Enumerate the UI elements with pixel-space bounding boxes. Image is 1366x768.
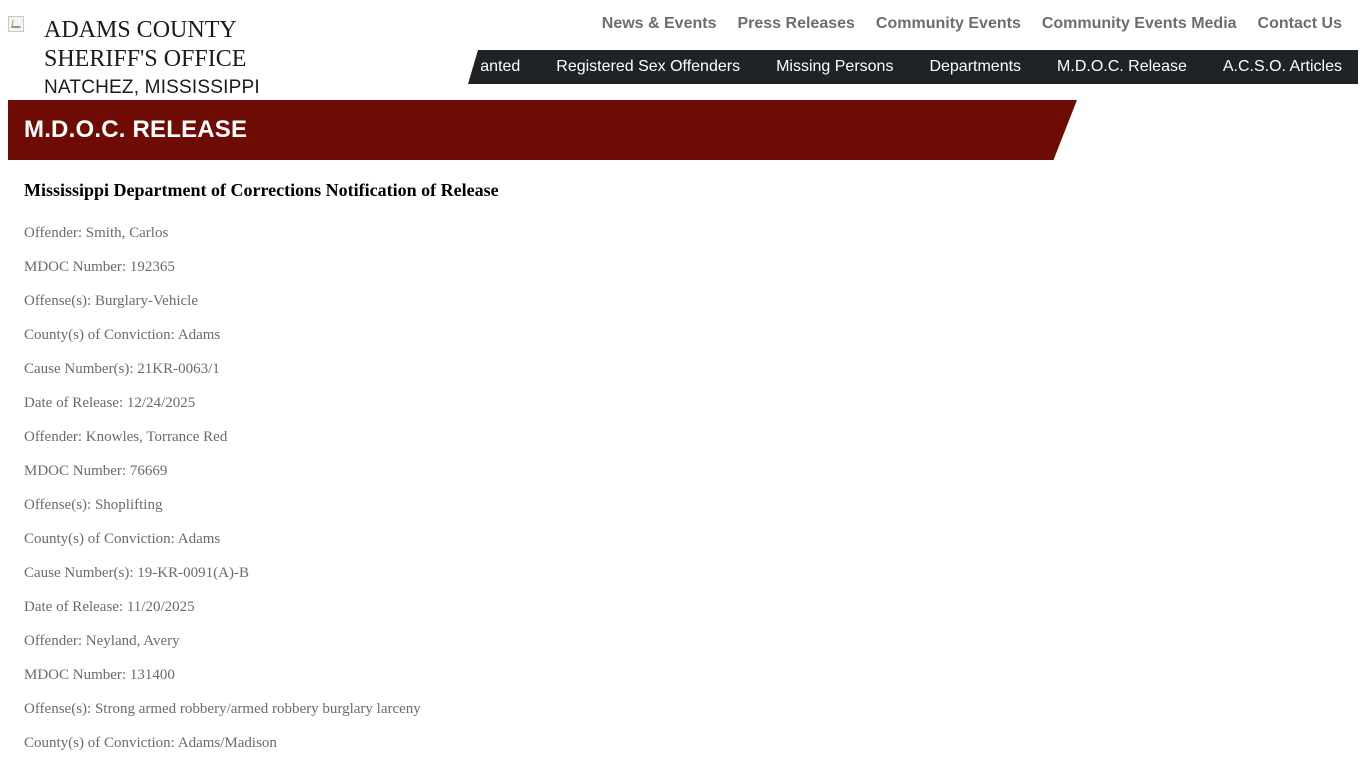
- brand-title-line1: ADAMS COUNTY: [44, 17, 237, 43]
- release-heading: Mississippi Department of Corrections No…: [24, 180, 499, 200]
- main-nav-mdoc-release[interactable]: M.D.O.C. Release: [1057, 58, 1187, 76]
- release-line-county: County(s) of Conviction: Adams/Madison: [24, 735, 277, 751]
- main-nav-wanted[interactable]: anted: [480, 58, 520, 76]
- brand-location: NATCHEZ, MISSISSIPPI: [44, 77, 260, 98]
- main-navigation: anted Registered Sex Offenders Missing P…: [468, 50, 1358, 84]
- main-nav-missing-persons[interactable]: Missing Persons: [776, 58, 893, 76]
- main-nav-registered-sex-offenders[interactable]: Registered Sex Offenders: [556, 58, 740, 76]
- top-nav-contact-us[interactable]: Contact Us: [1258, 14, 1342, 34]
- top-nav-news-events[interactable]: News & Events: [602, 14, 717, 34]
- site-brand[interactable]: ADAMS COUNTY SHERIFF'S OFFICE NATCHEZ, M…: [44, 16, 260, 100]
- main-nav-departments[interactable]: Departments: [929, 58, 1021, 76]
- release-line-cause-number: Cause Number(s): 19-KR-0091(A)-B: [24, 565, 249, 581]
- release-line-mdoc-number: MDOC Number: 192365: [24, 259, 175, 275]
- release-line-offense: Offense(s): Strong armed robbery/armed r…: [24, 701, 421, 717]
- top-navigation: News & Events Press Releases Community E…: [602, 14, 1342, 34]
- main-nav-list: anted Registered Sex Offenders Missing P…: [480, 50, 1342, 84]
- release-line-release-date: Date of Release: 12/24/2025: [24, 395, 196, 411]
- release-list: Offender: Smith, Carlos MDOC Number: 192…: [24, 216, 499, 760]
- top-nav-community-events-media[interactable]: Community Events Media: [1042, 14, 1237, 34]
- release-content: Mississippi Department of Corrections No…: [24, 179, 499, 760]
- release-line-offender: Offender: Smith, Carlos: [24, 225, 169, 241]
- top-nav-community-events[interactable]: Community Events: [876, 14, 1021, 34]
- release-line-offense: Offense(s): Shoplifting: [24, 497, 163, 513]
- release-line-mdoc-number: MDOC Number: 76669: [24, 463, 168, 479]
- page-title: M.D.O.C. RELEASE: [24, 116, 248, 143]
- release-line-release-date: Date of Release: 11/20/2025: [24, 599, 195, 615]
- top-nav-press-releases[interactable]: Press Releases: [737, 14, 854, 34]
- release-line-offender: Offender: Neyland, Avery: [24, 633, 180, 649]
- release-line-cause-number: Cause Number(s): 21KR-0063/1: [24, 361, 220, 377]
- nav-slant-divider: [468, 50, 478, 84]
- release-line-offense: Offense(s): Burglary-Vehicle: [24, 293, 198, 309]
- release-line-county: County(s) of Conviction: Adams: [24, 531, 221, 547]
- brand-title-line2: SHERIFF'S OFFICE: [44, 46, 247, 72]
- page-title-banner: M.D.O.C. RELEASE: [8, 100, 1077, 160]
- release-line-offender: Offender: Knowles, Torrance Red: [24, 429, 228, 445]
- release-line-mdoc-number: MDOC Number: 131400: [24, 667, 175, 683]
- broken-logo-image-icon[interactable]: [8, 16, 24, 32]
- main-nav-acso-articles[interactable]: A.C.S.O. Articles: [1223, 58, 1342, 76]
- release-line-county: County(s) of Conviction: Adams: [24, 327, 221, 343]
